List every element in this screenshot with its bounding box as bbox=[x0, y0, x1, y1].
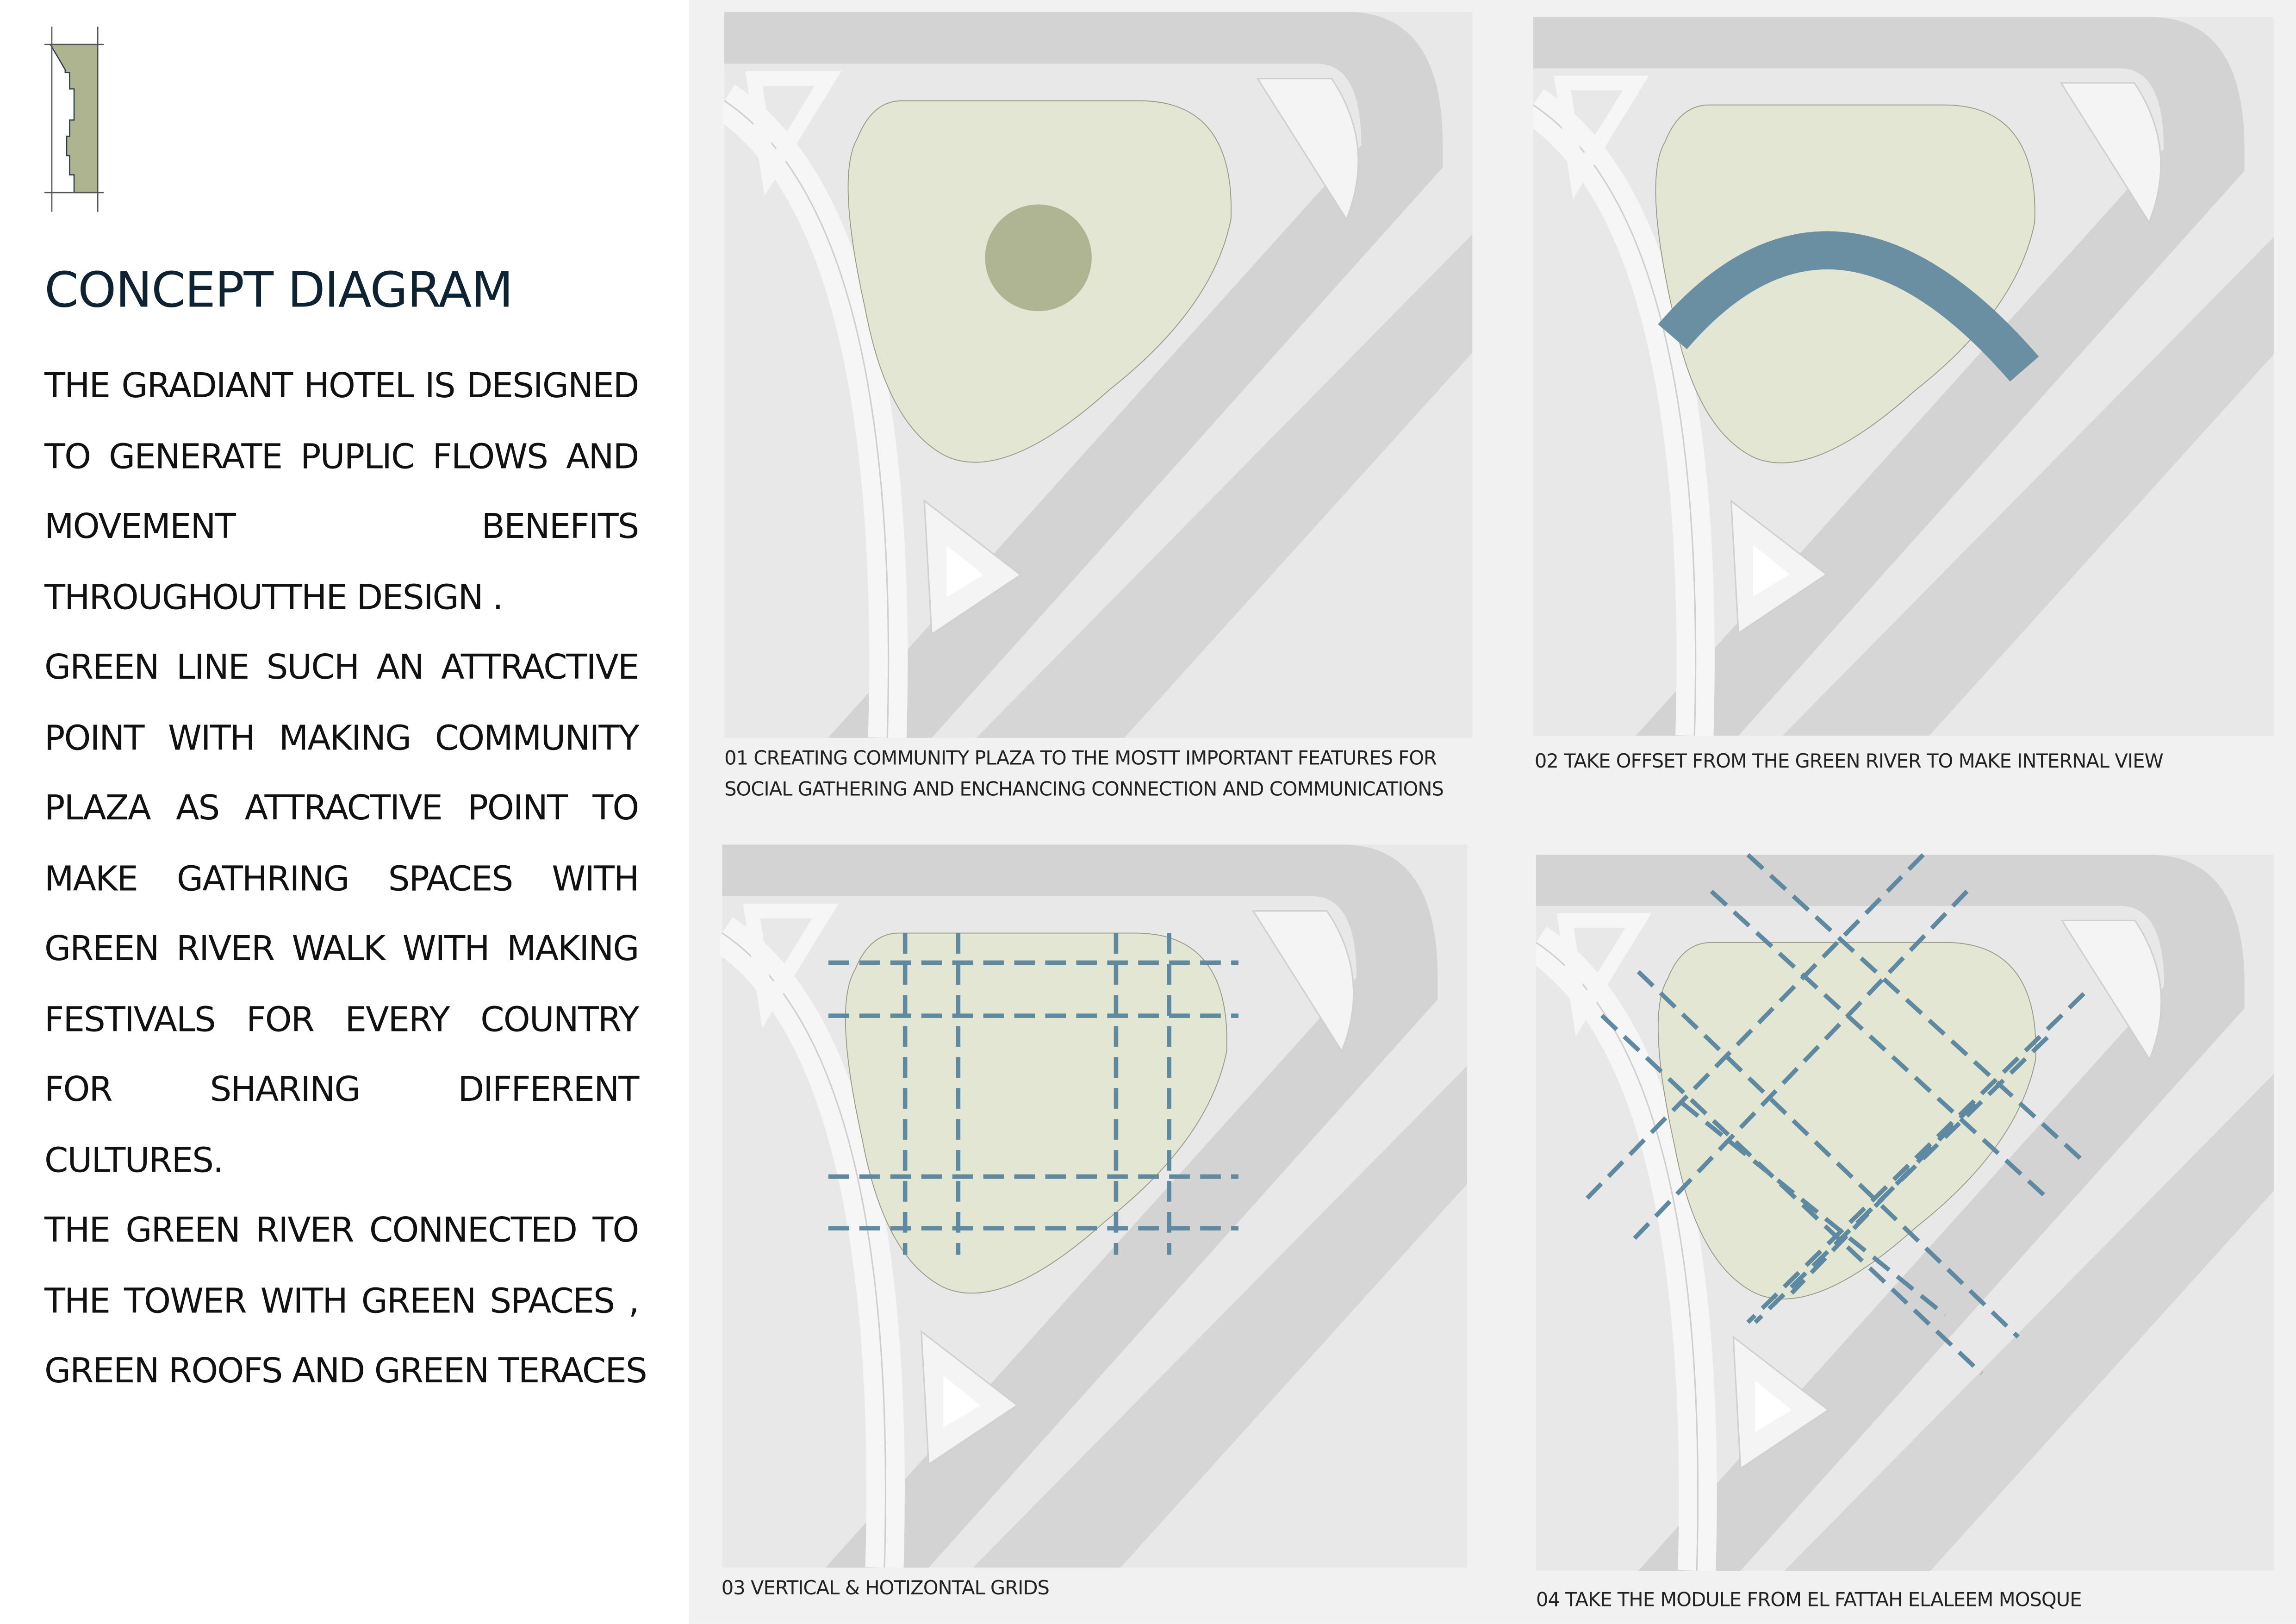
caption-03: 03 VERTICAL & HOTIZONTAL GRIDS bbox=[721, 1578, 1050, 1600]
description-line: FESTIVALS FOR EVERY COUNTRY bbox=[44, 1001, 639, 1040]
description-line: CULTURES. bbox=[44, 1142, 224, 1181]
concept-description: THE GRADIANT HOTEL IS DESIGNED TO GENERAT… bbox=[44, 360, 647, 1416]
description-line: MAKE GATHRING SPACES WITH bbox=[44, 860, 639, 899]
description-line: MOVEMENT BENEFITS bbox=[44, 508, 639, 547]
caption-04: 04 TAKE THE MODULE FROM EL FATTAH ELALEE… bbox=[1536, 1590, 2082, 1612]
page-title: CONCEPT DIAGRAM bbox=[44, 261, 513, 319]
description-line: THE GREEN RIVER CONNECTED TO bbox=[44, 1212, 639, 1251]
site-plan-01 bbox=[723, 12, 1474, 738]
cut-off-caption: MAKE INTERNAL VIEW bbox=[1044, 0, 1273, 6]
description-line: PLAZA AS ATTRACTIVE POINT TO bbox=[44, 789, 639, 829]
panel-03-grids bbox=[720, 844, 1469, 1575]
building-section-logo-icon bbox=[44, 26, 104, 212]
description-line: THROUGHOUTTHE DESIGN . bbox=[44, 578, 504, 618]
panel-04-mosque-module bbox=[1536, 848, 2274, 1586]
concept-diagram-sheet: CONCEPT DIAGRAM THE GRADIANT HOTEL IS DE… bbox=[0, 0, 2296, 1624]
description-line: GREEN RIVER WALK WITH MAKING bbox=[44, 930, 639, 969]
caption-02: 02 TAKE OFFSET FROM THE GREEN RIVER TO M… bbox=[1534, 751, 2164, 774]
site-plan-04 bbox=[1536, 848, 2274, 1578]
description-line: POINT WITH MAKING COMMUNITY bbox=[44, 719, 639, 758]
description-line: FOR SHARING DIFFERENT bbox=[44, 1071, 639, 1110]
site-plan-02 bbox=[1533, 12, 2274, 741]
description-line: TO GENERATE PUPLIC FLOWS AND bbox=[44, 437, 639, 476]
description-line: THE TOWER WITH GREEN SPACES , bbox=[44, 1282, 639, 1321]
description-line: GREEN LINE SUCH AN ATTRACTIVE bbox=[44, 649, 639, 688]
caption-01: 01 CREATING COMMUNITY PLAZA TO THE MOSTT… bbox=[724, 748, 1444, 802]
panel-01-community-plaza bbox=[723, 12, 1474, 745]
plaza-focal-circle bbox=[985, 204, 1092, 312]
description-line: GREEN ROOFS AND GREEN TERACES bbox=[44, 1353, 647, 1392]
site-plan-03 bbox=[720, 844, 1469, 1568]
panel-02-green-river bbox=[1533, 12, 2274, 749]
description-line: THE GRADIANT HOTEL IS DESIGNED bbox=[44, 367, 639, 406]
